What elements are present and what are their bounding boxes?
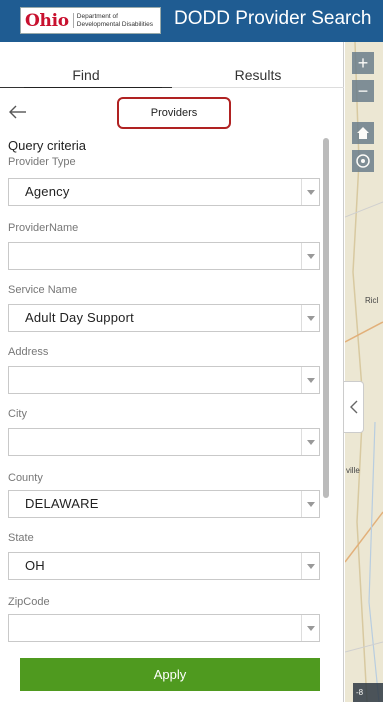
city-select[interactable] (8, 428, 320, 456)
chevron-down-icon[interactable] (301, 491, 319, 517)
tab-bar: Find Results (0, 42, 344, 88)
tab-results[interactable]: Results (172, 42, 344, 88)
address-select[interactable] (8, 366, 320, 394)
logo-ohio-text: Ohio (25, 10, 69, 31)
provider-type-select[interactable]: Agency (8, 178, 320, 206)
provider-name-select[interactable] (8, 242, 320, 270)
app-title: DODD Provider Search (174, 8, 372, 29)
service-name-label: Service Name (8, 284, 78, 296)
logo-department-text: Department of Developmental Disabilities (72, 13, 153, 28)
home-icon[interactable] (352, 122, 374, 144)
providers-mode-label[interactable]: Providers (117, 97, 231, 129)
zoom-out-button[interactable]: − (352, 80, 374, 102)
apply-button[interactable]: Apply (20, 658, 320, 691)
provider-type-value: Agency (25, 184, 70, 199)
zipcode-select[interactable] (8, 614, 320, 642)
provider-type-label: Provider Type (8, 156, 76, 168)
chevron-down-icon[interactable] (301, 305, 319, 331)
map-place-label: ville (346, 466, 360, 475)
county-label: County (8, 472, 43, 484)
state-value: OH (25, 558, 45, 573)
zipcode-label: ZipCode (8, 596, 50, 608)
chevron-down-icon[interactable] (301, 367, 319, 393)
city-label: City (8, 408, 27, 420)
address-label: Address (8, 346, 49, 358)
tab-find[interactable]: Find (0, 42, 172, 88)
chevron-down-icon[interactable] (301, 615, 319, 641)
back-arrow-icon[interactable] (8, 102, 28, 122)
collapse-panel-button[interactable] (344, 381, 364, 433)
state-select[interactable]: OH (8, 552, 320, 580)
chevron-left-icon (349, 400, 357, 414)
logo-dept-line1: Department of (76, 13, 118, 20)
logo-dept-line2: Developmental Disabilities (76, 20, 153, 28)
chevron-down-icon[interactable] (301, 429, 319, 455)
chevron-down-icon[interactable] (301, 553, 319, 579)
search-panel: Find Results Providers Query criteria Pr… (0, 42, 344, 702)
county-select[interactable]: DELAWARE (8, 490, 320, 518)
app-header: Ohio Department of Developmental Disabil… (0, 0, 383, 42)
service-name-select[interactable]: Adult Day Support (8, 304, 320, 332)
map-place-label: Ricl (365, 296, 379, 305)
ohio-dodd-logo[interactable]: Ohio Department of Developmental Disabil… (20, 7, 161, 34)
state-label: State (8, 532, 34, 544)
query-criteria-heading: Query criteria (8, 138, 87, 153)
chevron-down-icon[interactable] (301, 179, 319, 205)
panel-scrollbar[interactable] (323, 138, 329, 498)
service-name-value: Adult Day Support (25, 310, 134, 325)
map-scale-bar: -8 (353, 683, 383, 702)
chevron-down-icon[interactable] (301, 243, 319, 269)
county-value: DELAWARE (25, 496, 99, 511)
locate-icon[interactable] (352, 150, 374, 172)
provider-name-label: ProviderName (8, 222, 79, 234)
zoom-in-button[interactable]: + (352, 52, 374, 74)
map-view[interactable]: + − Ricl ville -8 (345, 42, 383, 702)
